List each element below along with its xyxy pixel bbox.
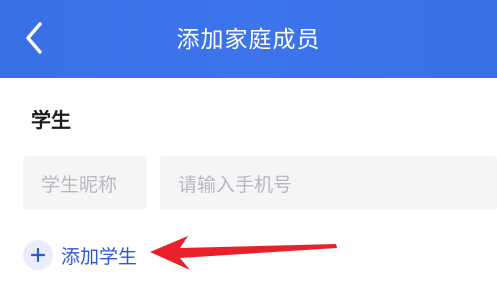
- student-nickname-placeholder: 学生昵称: [41, 173, 118, 196]
- student-nickname-input[interactable]: 学生昵称: [23, 156, 147, 210]
- page-title: 添加家庭成员: [176, 27, 321, 53]
- header-bar: 添加家庭成员: [0, 0, 497, 78]
- phone-number-input[interactable]: 请输入手机号: [160, 156, 497, 210]
- section-title-student: 学生: [31, 108, 71, 132]
- red-arrow-annotation: [150, 236, 337, 270]
- add-student-label: 添加学生: [61, 245, 138, 268]
- plus-icon: [23, 240, 53, 270]
- page: 添加家庭成员 学生 学生昵称 请输入手机号 添加学生: [0, 0, 497, 288]
- phone-number-placeholder: 请输入手机号: [178, 173, 293, 196]
- add-student-button[interactable]: 添加学生: [23, 238, 137, 272]
